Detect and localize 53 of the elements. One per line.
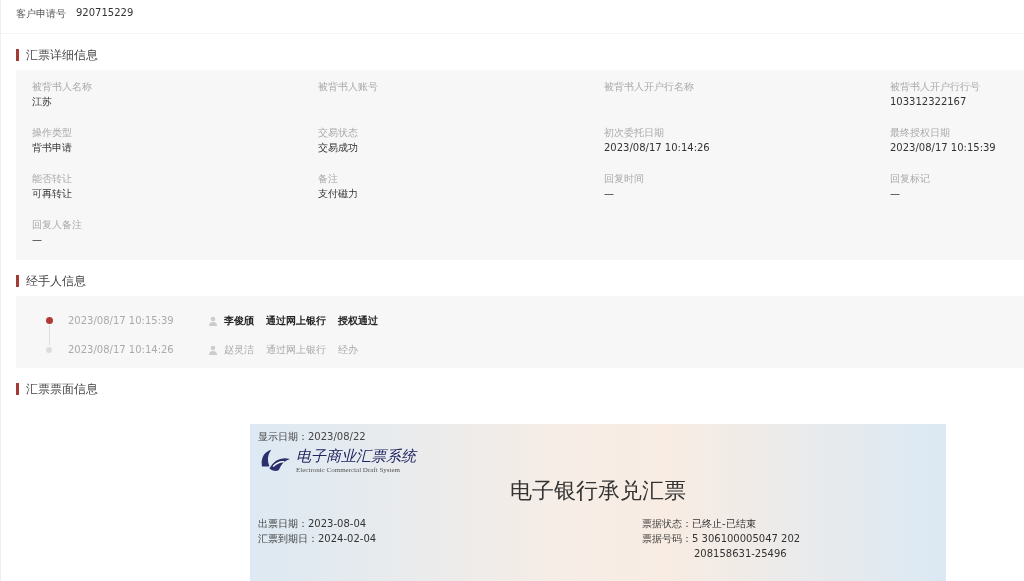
field-value: 103312322167 [890,95,967,109]
handler-channel: 通过网上银行 [266,313,326,328]
section-title: 汇票详细信息 [26,46,98,64]
field-value: 交易成功 [318,141,358,155]
bill-label: 出票日期： [258,516,308,531]
field-value: — [32,233,42,247]
bill-value: 2023-08-04 [308,518,367,529]
display-date: 显示日期：2023/08/22 [258,430,367,444]
field-label: 被背书人账号 [318,80,379,94]
section-marker [16,49,19,61]
handler-action: 经办 [338,342,358,357]
field-value: 可再转让 [32,187,72,201]
handler-action: 授权通过 [338,313,378,328]
customer-number: 920715229 [76,7,134,18]
customer-number-label: 客户申请号 [16,7,66,21]
section-marker [16,275,19,287]
handler-time: 2023/08/17 10:14:26 [68,344,175,355]
field-label: 回复人备注 [32,218,83,232]
bill-value: 2024-02-04 [318,533,377,544]
field-label: 最终授权日期 [890,126,951,140]
section-title: 经手人信息 [26,272,86,290]
person-icon [208,315,218,326]
handler-name: 赵灵洁 [224,342,254,357]
field-label: 回复时间 [604,172,645,186]
logo-title: 电子商业汇票系统 [296,446,416,466]
field-value: 江苏 [32,95,52,109]
field-label: 能否转让 [32,172,73,186]
field-label: 操作类型 [32,126,73,140]
bill-label: 票据状态： [642,516,692,531]
field-label: 初次委托日期 [604,126,665,140]
section-title: 汇票票面信息 [26,380,98,398]
bill-label: 票据号码： [642,531,692,546]
handler-name: 李俊颀 [224,313,254,328]
handler-time: 2023/08/17 10:15:39 [68,315,175,326]
bill-heading: 电子银行承兑汇票 [509,477,687,505]
field-value: 2023/08/17 10:14:26 [604,141,710,155]
bill-label: 汇票到期日： [258,531,318,546]
field-label: 被背书人开户行行号 [890,80,981,94]
field-value: 支付磁力 [318,187,358,201]
field-value: — [604,187,614,201]
field-label: 备注 [318,172,339,186]
person-icon [208,344,218,355]
field-label: 回复标记 [890,172,931,186]
field-label: 被背书人名称 [32,80,93,94]
field-value: — [890,187,900,201]
field-value: 2023/08/17 10:15:39 [890,141,996,155]
field-value: 背书申请 [32,141,72,155]
field-label: 交易状态 [318,126,359,140]
section-marker [16,383,19,395]
bill-value: 208158631-25496 [694,548,787,559]
field-label: 被背书人开户行名称 [604,80,695,94]
bill-value: 5 306100005047 202 [692,533,801,544]
bill-value: 已终止-已结束 [692,516,756,531]
